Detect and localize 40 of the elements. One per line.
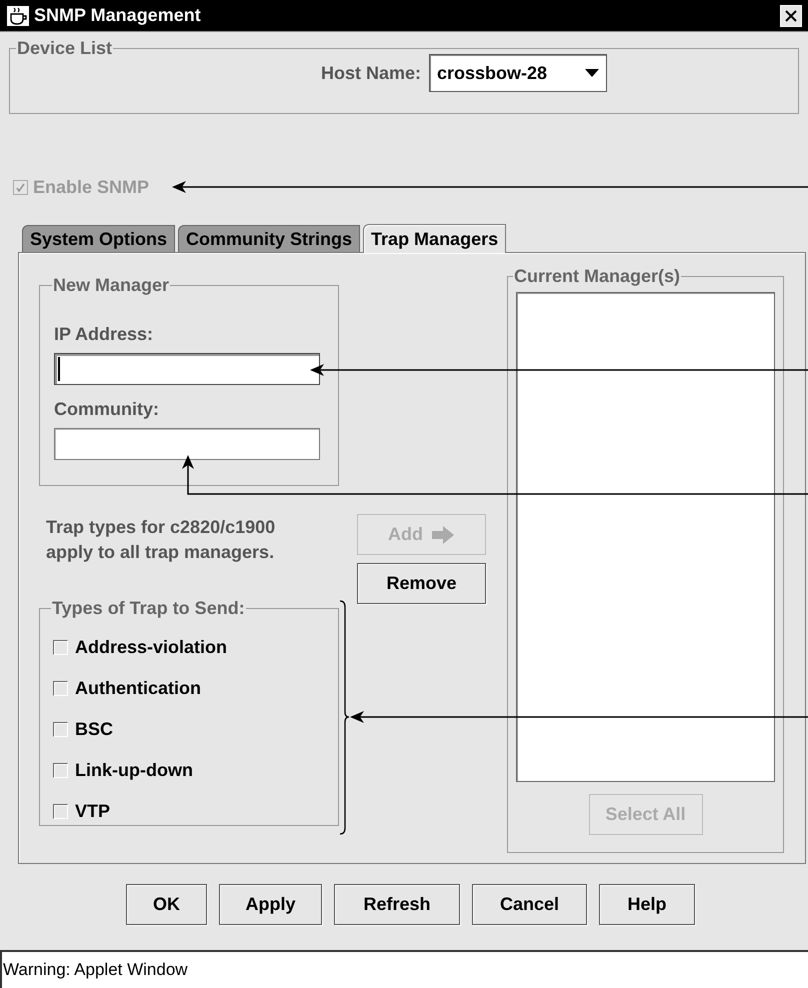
checkbox-label: VTP — [75, 800, 110, 822]
button[interactable]: OK — [126, 884, 207, 925]
right-arrow-icon — [431, 526, 455, 544]
app-icon — [6, 4, 30, 26]
managers-list[interactable] — [516, 292, 775, 782]
host-name-label: Host Name: — [320, 62, 422, 84]
trap-types-note: Trap types for c2820/c1900 apply to all trap managers. — [46, 516, 276, 564]
checkbox-label: Link-up-down — [75, 758, 193, 782]
dropdown-arrow-icon — [585, 69, 600, 77]
checkbox[interactable] — [53, 804, 68, 818]
checkbox-label: Address-violation — [75, 636, 228, 658]
group-title: Device List — [16, 38, 114, 58]
checkbox[interactable] — [53, 680, 68, 696]
text-field[interactable] — [54, 428, 320, 460]
button[interactable]: Refresh — [334, 884, 460, 925]
group-title: New Manager — [52, 275, 170, 295]
field-label: IP Address: — [54, 323, 154, 345]
button[interactable]: Help — [599, 884, 695, 925]
window-title: SNMP Management — [34, 4, 201, 27]
close-button[interactable] — [780, 4, 802, 26]
button[interactable]: Apply — [219, 884, 322, 925]
close-icon — [784, 8, 798, 22]
text-cursor — [58, 357, 60, 381]
tab[interactable]: System Options — [22, 225, 176, 252]
tab[interactable]: Community Strings — [178, 225, 360, 252]
field-label: Community: — [54, 398, 160, 420]
status-text: Warning: Applet Window — [3, 959, 188, 982]
enable-snmp-label: Enable SNMP — [33, 176, 150, 198]
button[interactable]: Remove — [357, 563, 486, 604]
checkbox[interactable] — [53, 722, 68, 736]
text-field[interactable] — [54, 353, 320, 385]
checkbox[interactable] — [53, 762, 68, 778]
host-dropdown[interactable]: crossbow-28 — [429, 54, 608, 92]
group-title: Types of Trap to Send: — [51, 598, 246, 618]
button[interactable]: Cancel — [472, 884, 587, 925]
tab[interactable]: Trap Managers — [363, 224, 506, 253]
checkbox[interactable] — [53, 640, 68, 654]
checkbox-label: Authentication — [75, 676, 201, 700]
checkbox-label: BSC — [75, 718, 114, 740]
group-title: Current Manager(s) — [513, 266, 682, 286]
